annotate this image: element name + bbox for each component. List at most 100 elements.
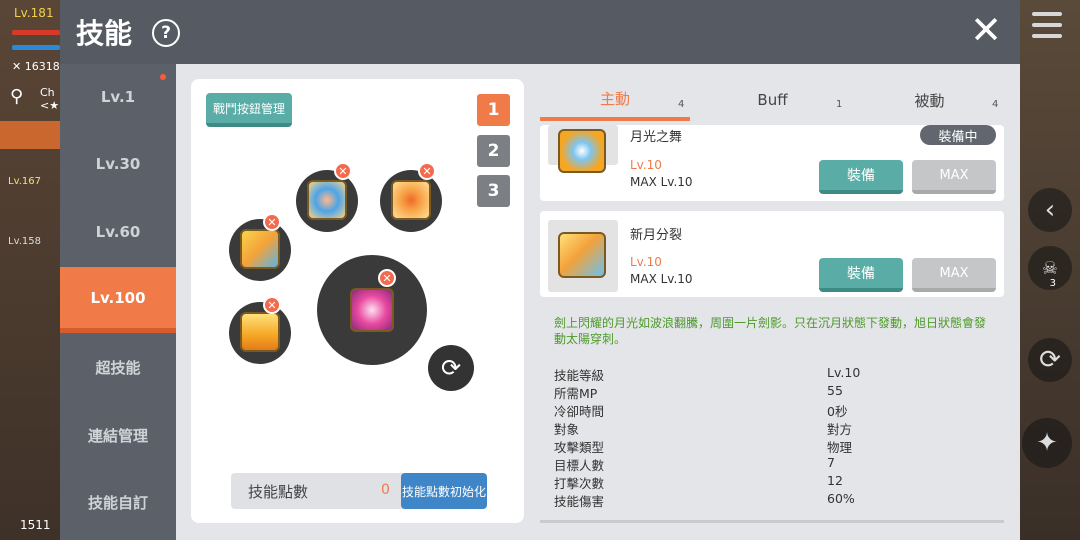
skill-max-level: MAX Lv.10 bbox=[630, 272, 693, 286]
sidebar-item-label: Lv.60 bbox=[95, 223, 141, 241]
equip-button[interactable]: 裝備 bbox=[819, 258, 903, 292]
tab-count: 1 bbox=[836, 99, 843, 110]
channel-line2: <★ bbox=[40, 99, 60, 112]
stat-value: 12 bbox=[827, 473, 843, 488]
skill-level: Lv.10 bbox=[630, 158, 662, 172]
stat-value: 7 bbox=[827, 455, 835, 470]
skill-row[interactable]: 月光之舞 裝備中 Lv.10 MAX Lv.10 裝備 MAX bbox=[540, 125, 1004, 201]
skill-type-tabs: 主動 4 Buff 1 被動 4 bbox=[540, 79, 1004, 121]
player-level: Lv.181 bbox=[14, 6, 54, 20]
quest-tab[interactable] bbox=[0, 121, 60, 149]
hp-bar bbox=[12, 30, 60, 35]
tab-label: 主動 bbox=[599, 89, 630, 108]
skill-name: 月光之舞 bbox=[630, 130, 683, 145]
skill-slot[interactable]: ✕ bbox=[380, 162, 442, 232]
remove-icon[interactable]: ✕ bbox=[263, 296, 281, 314]
stat-key: 對象 bbox=[554, 422, 580, 437]
remove-icon[interactable]: ✕ bbox=[263, 213, 281, 231]
skill-icon bbox=[558, 129, 606, 173]
map-pin-icon[interactable]: ⚲ bbox=[10, 86, 23, 107]
skill-window: 技能 ? ✕ Lv.1 Lv.30 Lv.60 Lv.100 超技能 連結管理 … bbox=[60, 0, 1020, 540]
battle-button-management-button[interactable]: 戰鬥按鈕管理 bbox=[206, 93, 292, 127]
boss-count: 3 bbox=[1049, 278, 1056, 289]
hamburger-menu-icon[interactable] bbox=[1032, 12, 1062, 38]
stat-key: 目標人數 bbox=[554, 458, 605, 473]
skill-slot[interactable]: ✕ bbox=[229, 213, 291, 281]
tab-label: Buff bbox=[757, 91, 788, 109]
stat-value: Lv.10 bbox=[827, 365, 861, 380]
skill-icon-frame bbox=[548, 220, 618, 292]
tab-count: 4 bbox=[992, 99, 999, 110]
remove-icon[interactable]: ✕ bbox=[418, 162, 436, 180]
combat-power: ✕ 16318 bbox=[12, 60, 60, 73]
sidebar-item-label: Lv.100 bbox=[90, 288, 146, 307]
stat-row: 技能等級 Lv.10 bbox=[554, 365, 994, 383]
sidebar-item-link-management[interactable]: 連結管理 bbox=[60, 402, 176, 468]
skill-list-area: 主動 4 Buff 1 被動 4 月光之舞 裝備中 Lv.10 MAX Lv.1… bbox=[540, 79, 1004, 523]
chevron-left-icon[interactable]: ‹ bbox=[1028, 188, 1072, 232]
party-member-level-2: Lv.158 bbox=[8, 236, 41, 247]
mp-bar bbox=[12, 45, 60, 50]
skill-slot[interactable]: ✕ bbox=[296, 162, 358, 232]
remove-icon[interactable]: ✕ bbox=[378, 269, 396, 287]
stat-row: 目標人數 7 bbox=[554, 455, 994, 473]
preset-tab-3[interactable]: 3 bbox=[477, 175, 510, 207]
equip-button[interactable]: 裝備 bbox=[819, 160, 903, 194]
stat-value: 55 bbox=[827, 383, 843, 398]
skill-description: 劍上閃耀的月光如波浪翻騰，周圍一片劍影。只在沉月狀態下發動，旭日狀態會發動太陽穿… bbox=[554, 316, 987, 346]
channel-line1: Ch bbox=[40, 86, 55, 99]
max-button[interactable]: MAX bbox=[912, 258, 996, 292]
sidebar-item-skill-custom[interactable]: 技能自訂 bbox=[60, 469, 176, 535]
skill-icon bbox=[240, 229, 280, 269]
auto-rotate-icon[interactable]: ⟳ bbox=[1028, 338, 1072, 382]
sidebar-item-label: 連結管理 bbox=[87, 426, 148, 445]
main-attack-slot[interactable]: ✕ bbox=[317, 255, 427, 365]
level-sidebar: Lv.1 Lv.30 Lv.60 Lv.100 超技能 連結管理 技能自訂 bbox=[60, 64, 176, 540]
remove-icon[interactable]: ✕ bbox=[334, 162, 352, 180]
stat-key: 冷卻時間 bbox=[554, 404, 605, 419]
sidebar-item-lv100[interactable]: Lv.100 bbox=[60, 267, 176, 333]
max-button[interactable]: MAX bbox=[912, 160, 996, 194]
stat-key: 技能傷害 bbox=[554, 494, 605, 509]
window-title: 技能 bbox=[76, 17, 133, 50]
tab-active[interactable]: 主動 bbox=[540, 79, 690, 121]
combat-power-value: 16318 bbox=[24, 60, 60, 73]
attack-button-icon[interactable]: ✦ bbox=[1022, 418, 1072, 468]
sidebar-item-hyper-skill[interactable]: 超技能 bbox=[60, 334, 176, 400]
rotate-icon[interactable]: ⟳ bbox=[428, 345, 474, 391]
stat-value: 對方 bbox=[827, 422, 853, 437]
stat-row: 攻擊類型 物理 bbox=[554, 437, 994, 455]
skill-row[interactable]: 新月分裂 Lv.10 MAX Lv.10 裝備 MAX bbox=[540, 211, 1004, 297]
skill-icon bbox=[558, 232, 606, 278]
stat-key: 所需MP bbox=[554, 386, 598, 401]
sidebar-item-lv60[interactable]: Lv.60 bbox=[60, 199, 176, 265]
party-member-level: Lv.167 bbox=[8, 176, 41, 187]
preset-tab-2[interactable]: 2 bbox=[477, 135, 510, 167]
stat-key: 技能等級 bbox=[554, 368, 605, 383]
skill-points-bar: 技能點數 0 技能點數初始化 bbox=[231, 473, 487, 509]
help-icon[interactable]: ? bbox=[152, 19, 180, 47]
preset-tab-1[interactable]: 1 bbox=[477, 94, 510, 126]
skill-icon-frame bbox=[548, 125, 618, 173]
skill-slot[interactable]: ✕ bbox=[229, 296, 291, 364]
skill-detail-panel: 劍上閃耀的月光如波浪翻騰，周圍一片劍影。只在沉月狀態下發動，旭日狀態會發動太陽穿… bbox=[540, 301, 1004, 523]
skill-name: 新月分裂 bbox=[630, 228, 683, 243]
tab-count: 4 bbox=[678, 99, 685, 110]
tab-buff[interactable]: Buff bbox=[695, 79, 850, 121]
skill-icon bbox=[240, 312, 280, 352]
sidebar-item-label: Lv.1 bbox=[100, 88, 136, 106]
stat-row: 所需MP 55 bbox=[554, 383, 994, 401]
sidebar-item-lv30[interactable]: Lv.30 bbox=[60, 131, 176, 197]
stat-value: 0秒 bbox=[827, 404, 848, 419]
sidebar-item-lv1[interactable]: Lv.1 bbox=[60, 64, 176, 130]
stat-row: 對象 對方 bbox=[554, 419, 994, 437]
tab-passive[interactable]: 被動 bbox=[855, 79, 1004, 121]
reset-skill-points-button[interactable]: 技能點數初始化 bbox=[401, 473, 487, 509]
stat-key: 攻擊類型 bbox=[554, 440, 605, 455]
skill-icon bbox=[307, 180, 347, 220]
sidebar-item-label: 超技能 bbox=[95, 358, 141, 377]
skill-slot-card: 戰鬥按鈕管理 1 2 3 ✕ ✕ ✕ ✕ ✕ ⟳ 技能點數 0 技能點數初始化 bbox=[191, 79, 524, 523]
stat-value: 60% bbox=[827, 491, 855, 506]
close-icon[interactable]: ✕ bbox=[966, 8, 1006, 52]
notification-dot bbox=[160, 74, 166, 80]
